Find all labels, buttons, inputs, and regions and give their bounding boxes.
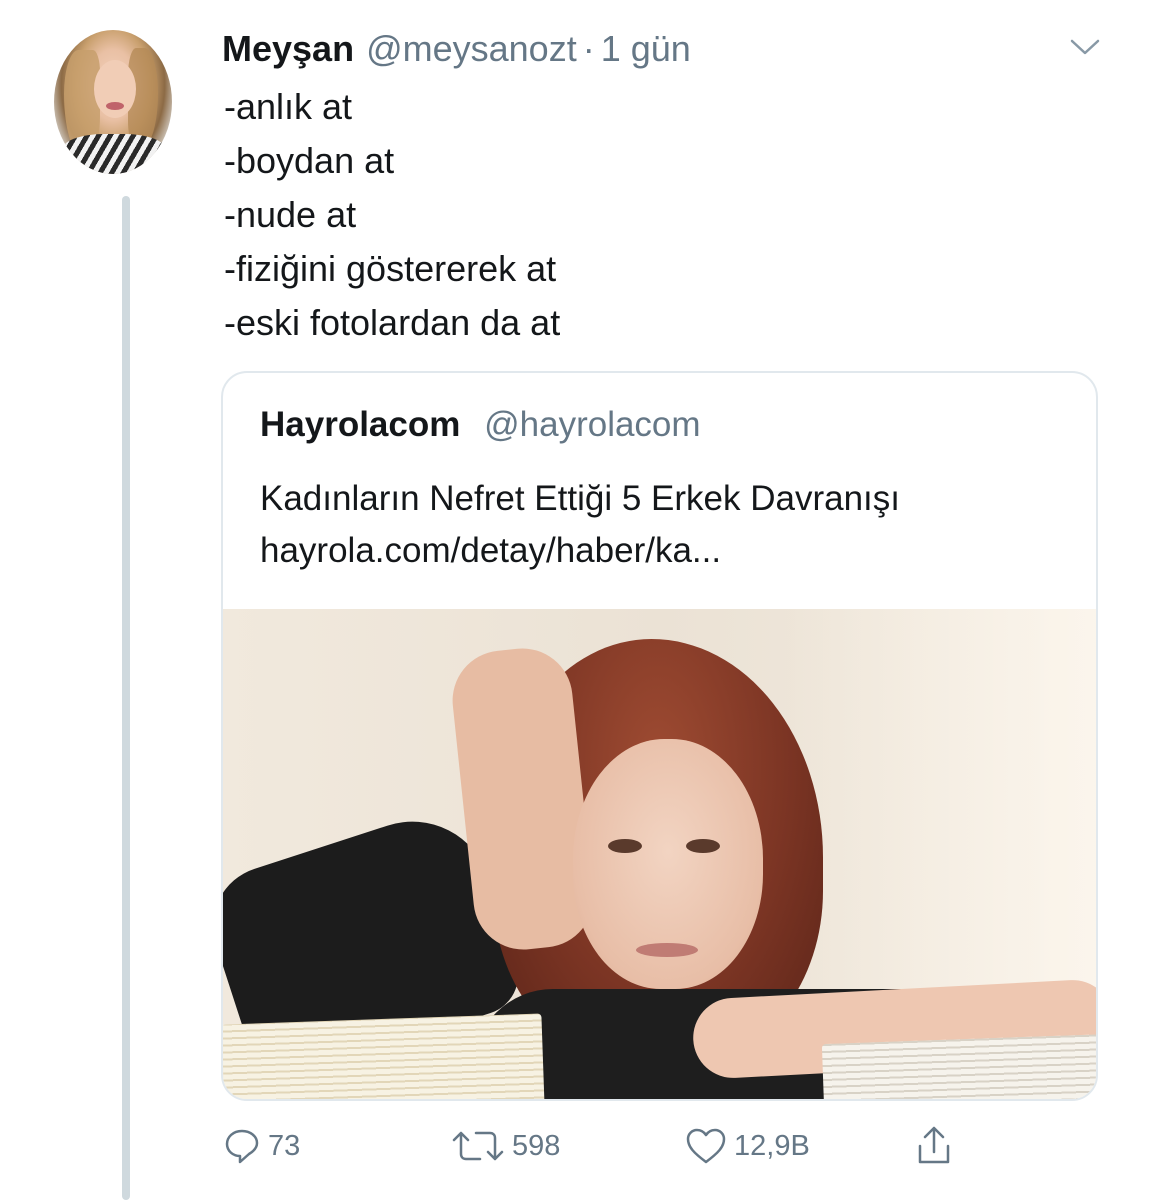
quoted-tweet-text: Kadınların Nefret Ettiği 5 Erkek Davranı… <box>260 473 900 577</box>
timestamp[interactable]: 1 gün <box>601 28 691 70</box>
share-button[interactable] <box>914 1126 954 1166</box>
user-handle[interactable]: @meysanozt <box>366 28 577 70</box>
tweet-actions: 73 598 12,9B <box>222 1126 982 1170</box>
like-count: 12,9B <box>734 1129 810 1162</box>
chevron-down-icon[interactable] <box>1068 36 1102 58</box>
quoted-display-name: Hayrolacom <box>260 405 461 444</box>
reply-button[interactable]: 73 <box>222 1126 300 1166</box>
tweet-line: -boydan at <box>224 140 395 181</box>
quoted-photo[interactable] <box>223 609 1096 1099</box>
reply-icon <box>225 1129 259 1164</box>
tweet-text: -anlık at -boydan at -nude at -fiziğini … <box>224 80 1064 350</box>
retweet-button[interactable]: 598 <box>450 1126 560 1166</box>
tweet-header: Meyşan @meysanozt · 1 gün <box>222 28 691 72</box>
like-button[interactable]: 12,9B <box>684 1126 810 1166</box>
quoted-tweet-card[interactable]: Hayrolacom @hayrolacom Kadınların Nefret… <box>221 371 1098 1101</box>
quoted-tweet-header: Hayrolacom @hayrolacom <box>260 405 701 445</box>
share-icon <box>918 1126 950 1164</box>
retweet-icon <box>452 1131 504 1161</box>
reply-count: 73 <box>268 1129 301 1162</box>
tweet-line: -anlık at <box>224 86 353 127</box>
tweet-line: -nude at <box>224 194 357 235</box>
separator-dot: · <box>582 28 595 69</box>
tweet-line: -eski fotolardan da at <box>224 302 561 343</box>
thread-line <box>122 196 130 1200</box>
avatar[interactable] <box>54 30 172 174</box>
display-name[interactable]: Meyşan <box>222 28 354 70</box>
retweet-count: 598 <box>512 1129 561 1162</box>
tweet-line: -fiziğini göstererek at <box>224 248 557 289</box>
quoted-link[interactable]: hayrola.com/detay/haber/ka... <box>260 525 900 577</box>
heart-icon <box>686 1128 726 1164</box>
quoted-user-handle: @hayrolacom <box>484 405 701 444</box>
quoted-title: Kadınların Nefret Ettiği 5 Erkek Davranı… <box>260 479 900 518</box>
